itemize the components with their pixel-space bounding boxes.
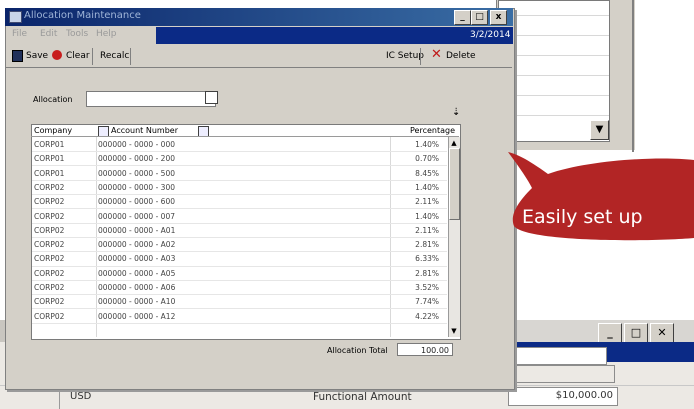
clear-button[interactable]: Clear: [66, 51, 90, 61]
cell-account: 000000 - 0000 - 007: [98, 211, 175, 221]
cell-account: 000000 - 0000 - A02: [98, 240, 176, 250]
cell-company: CORP02: [34, 211, 65, 221]
cell-percentage: 1.40%: [415, 182, 439, 192]
cell-company: CORP01: [34, 168, 65, 178]
scrollbar-thumb[interactable]: [449, 148, 460, 220]
floppy-disk-icon: [12, 50, 23, 62]
cell-company: CORP02: [34, 254, 65, 264]
cell-percentage: 4.22%: [415, 311, 439, 321]
window-border: [632, 0, 634, 152]
sort-icon[interactable]: ⇣: [452, 107, 464, 120]
cell-account: 000000 - 0000 - 500: [98, 168, 175, 178]
table-row[interactable]: CORP02 000000 - 0000 - A03 6.33%: [32, 252, 447, 267]
close-button[interactable]: x: [490, 10, 507, 25]
cell-company: CORP02: [34, 297, 65, 307]
table-row[interactable]: CORP01 000000 - 0000 - 500 8.45%: [32, 167, 447, 181]
cell-company: CORP02: [34, 225, 65, 235]
chevron-down-icon[interactable]: ▼: [590, 120, 609, 140]
cell-percentage: 3.52%: [415, 283, 439, 292]
recalc-button[interactable]: Recalc: [100, 51, 129, 61]
maximize-button[interactable]: □: [471, 10, 488, 25]
close-button[interactable]: ✕: [650, 323, 674, 343]
cell-percentage: 1.40%: [415, 211, 439, 221]
allocation-input[interactable]: [86, 91, 216, 107]
cell-account: 000000 - 0000 - A06: [98, 283, 176, 292]
cell-percentage: 0.70%: [415, 154, 439, 164]
table-row[interactable]: CORP01 000000 - 0000 - 000 1.40%: [32, 138, 447, 153]
cell-percentage: 1.40%: [415, 140, 439, 149]
column-header-company[interactable]: Company: [34, 126, 72, 135]
amount-field[interactable]: $10,000.00: [508, 387, 618, 406]
table-row[interactable]: CORP02 000000 - 0000 - A02 2.81%: [32, 238, 447, 253]
ic-setup-button[interactable]: IC Setup: [386, 51, 424, 61]
cell-company: CORP02: [34, 268, 65, 278]
user-date: 3/2/2014: [470, 30, 511, 40]
lower-field-2: [507, 365, 615, 383]
red-circle-icon: [52, 50, 62, 60]
cell-account: 000000 - 0000 - A03: [98, 254, 176, 264]
cell-account: 000000 - 0000 - A10: [98, 297, 176, 307]
allocation-total-value: 100.00: [397, 343, 453, 356]
column-header-percentage[interactable]: Percentage: [410, 126, 455, 135]
allocation-label: Allocation: [33, 95, 73, 104]
table-row[interactable]: CORP02 000000 - 0000 - A10 7.74%: [32, 295, 447, 310]
date-bar: [156, 27, 513, 44]
toolbar-separator: [420, 48, 421, 65]
cell-account: 000000 - 0000 - 600: [98, 197, 175, 207]
minimize-button[interactable]: _: [598, 323, 622, 343]
window-icon: [9, 11, 22, 23]
lower-field[interactable]: 6: [507, 347, 607, 365]
menu-file[interactable]: File: [12, 29, 27, 39]
table-row[interactable]: CORP02 000000 - 0000 - A01 2.11%: [32, 224, 447, 238]
cell-percentage: 2.81%: [415, 240, 439, 250]
cell-account: 000000 - 0000 - 000: [98, 140, 175, 149]
menu-edit[interactable]: Edit: [40, 29, 57, 39]
minimize-button[interactable]: _: [454, 10, 471, 25]
menu-help[interactable]: Help: [96, 29, 117, 39]
toolbar-separator: [92, 48, 93, 65]
cell-account: 000000 - 0000 - A01: [98, 225, 176, 235]
dialog-title: Allocation Maintenance: [24, 10, 141, 21]
chevron-up-icon[interactable]: ▲: [449, 138, 459, 148]
delete-button[interactable]: Delete: [446, 51, 476, 61]
cell-company: CORP02: [34, 311, 65, 321]
table-row[interactable]: CORP02 000000 - 0000 - A05 2.81%: [32, 267, 447, 281]
cell-percentage: 7.74%: [415, 297, 439, 307]
table-row[interactable]: CORP02 000000 - 0000 - 300 1.40%: [32, 181, 447, 196]
cell-company: CORP02: [34, 197, 65, 207]
red-x-icon: ✕: [431, 47, 442, 62]
cell-percentage: 8.45%: [415, 168, 439, 178]
callout-bubble: [508, 152, 694, 241]
cell-percentage: 2.81%: [415, 268, 439, 278]
cell-company: CORP01: [34, 140, 65, 149]
cell-account: 000000 - 0000 - A12: [98, 311, 176, 321]
cell-percentage: 2.11%: [415, 197, 439, 207]
menu-tools[interactable]: Tools: [66, 29, 88, 39]
column-header-account[interactable]: Account Number: [111, 126, 178, 135]
amount-value: $10,000.00: [555, 390, 613, 401]
cell-account: 000000 - 0000 - A05: [98, 268, 176, 278]
table-row[interactable]: CORP02 000000 - 0000 - A06 3.52%: [32, 281, 447, 296]
cell-percentage: 6.33%: [415, 254, 439, 264]
table-row[interactable]: CORP02 000000 - 0000 - 600 2.11%: [32, 195, 447, 210]
cell-company: CORP02: [34, 182, 65, 192]
chevron-down-icon[interactable]: ▼: [449, 326, 459, 336]
toolbar-separator: [130, 48, 131, 65]
maximize-button[interactable]: □: [624, 323, 648, 343]
cell-account: 000000 - 0000 - 300: [98, 182, 175, 192]
cell-company: CORP01: [34, 154, 65, 164]
functional-amount-label: Functional Amount: [313, 391, 412, 403]
callout-text: Easily set up: [522, 206, 643, 228]
cell-account: 000000 - 0000 - 200: [98, 154, 175, 164]
lookup-icon[interactable]: [205, 91, 218, 104]
cell-company: CORP02: [34, 283, 65, 292]
table-row[interactable]: CORP02 000000 - 0000 - 007 1.40%: [32, 210, 447, 224]
table-row[interactable]: CORP01 000000 - 0000 - 200 0.70%: [32, 152, 447, 167]
currency-label: USD: [70, 391, 92, 402]
cell-company: CORP02: [34, 240, 65, 250]
save-button[interactable]: Save: [26, 51, 48, 61]
cell-percentage: 2.11%: [415, 225, 439, 235]
allocation-total-label: Allocation Total: [327, 346, 388, 355]
table-row[interactable]: CORP02 000000 - 0000 - A12 4.22%: [32, 310, 447, 324]
